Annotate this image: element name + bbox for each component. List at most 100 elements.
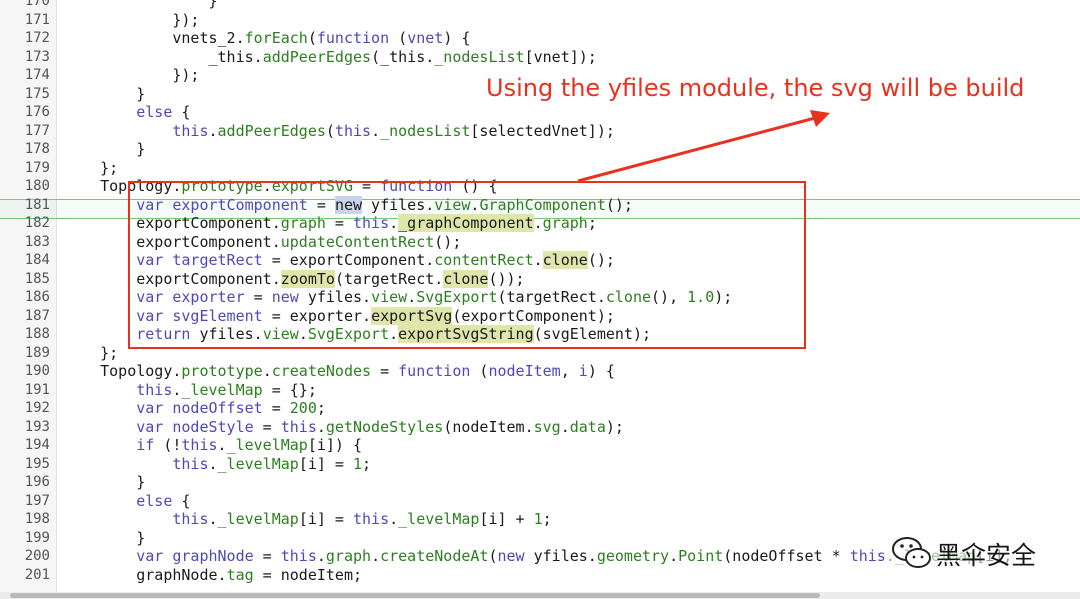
scrollbar-thumb[interactable] [10, 593, 820, 598]
line-number: 176 [24, 104, 50, 120]
code-token: . [208, 454, 218, 473]
code-token: 1 [353, 454, 363, 473]
code-token: graph [325, 547, 372, 565]
code-token: ( [325, 121, 335, 140]
line-number: 191 [24, 381, 50, 398]
code-token: ; [316, 399, 326, 417]
code-line[interactable]: 192 var nodeOffset = 200; [0, 399, 1080, 418]
code-token: getNodeStyles [325, 417, 444, 436]
annotation-highlight-box [128, 181, 806, 349]
code-token: data [569, 417, 606, 436]
code-line[interactable]: 171 }); [0, 11, 1080, 30]
code-line[interactable]: 195 this._levelMap[i] = 1; [0, 455, 1080, 474]
code-token: Point [678, 547, 724, 565]
code-token: } [64, 140, 146, 158]
code-token: } [64, 0, 218, 10]
code-token: this [136, 380, 173, 399]
code-token: . [389, 510, 399, 528]
watermark: 黑伞安全 [888, 532, 1074, 572]
line-number: 193 [24, 418, 50, 435]
code-token: [i] + [479, 510, 534, 528]
code-token: [i] = [298, 510, 353, 528]
code-text: var graphNode = this.graph.createNodeAt(… [64, 547, 1012, 566]
code-token: var [136, 547, 164, 565]
code-token: } [64, 473, 146, 491]
code-token: ); [605, 417, 624, 436]
line-number: 194 [24, 437, 50, 453]
code-token: (nodeOffset * [723, 547, 850, 565]
code-text: graphNode.tag = nodeItem; [64, 566, 362, 585]
line-number: 170 [24, 0, 50, 9]
code-token: _levelMap [217, 454, 299, 473]
code-token: ( [488, 547, 498, 565]
code-token: prototype [181, 362, 263, 380]
line-number: 190 [24, 363, 50, 379]
code-line[interactable]: 191 this._levelMap = {}; [0, 381, 1080, 400]
code-line[interactable]: 172 vnets_2.forEach(function (vnet) { [0, 29, 1080, 48]
code-editor[interactable]: 170 } 171 }); 172 vnets_2.forEach(function… [0, 0, 1080, 592]
code-text: this._levelMap = {}; [64, 381, 317, 400]
code-token: nodeStyle [172, 417, 254, 436]
code-token: graphNode. [64, 565, 227, 584]
code-line[interactable]: 177 this.addPeerEdges(this._nodesList[se… [0, 122, 1080, 141]
code-token: vnet [407, 29, 444, 47]
code-token: yfiles. [524, 547, 597, 565]
code-token: ) { [587, 362, 615, 380]
line-number: 180 [24, 178, 50, 194]
code-token: this [181, 436, 218, 454]
code-text: vnets_2.forEach(function (vnet) { [64, 29, 470, 48]
code-token: new [497, 547, 525, 565]
code-token: ( [307, 29, 317, 47]
code-token: _levelMap [217, 510, 299, 528]
code-text: }; [64, 159, 118, 178]
annotation-text: Using the yfiles module, the svg will be… [486, 74, 1025, 102]
code-token: geometry [596, 547, 670, 565]
code-token: }); [64, 10, 200, 29]
code-text: this._levelMap[i] = this._levelMap[i] + … [64, 510, 551, 529]
code-token: [selectedVnet]); [470, 121, 615, 140]
code-line[interactable]: 196 } [0, 473, 1080, 492]
code-line[interactable]: 178 } [0, 140, 1080, 159]
code-token: nodeOffset [172, 399, 263, 417]
code-token: _this. [64, 47, 263, 66]
code-line[interactable]: 197 else { [0, 492, 1080, 511]
line-number: 173 [24, 48, 50, 65]
code-line[interactable]: 170 } [0, 0, 1080, 11]
code-token: addPeerEdges [217, 121, 326, 140]
line-number: 187 [24, 307, 50, 324]
code-line[interactable]: 176 else { [0, 103, 1080, 122]
code-line[interactable]: 179 }; [0, 159, 1080, 178]
code-text: this._levelMap[i] = 1; [64, 455, 371, 474]
code-line[interactable]: 198 this._levelMap[i] = this._levelMap[i… [0, 510, 1080, 529]
code-token: graphNode [172, 547, 254, 565]
horizontal-scrollbar[interactable] [0, 592, 1080, 599]
code-line[interactable]: 194 if (!this._levelMap[i]) { [0, 436, 1080, 455]
code-token: [i] = [298, 454, 353, 473]
code-text: } [64, 0, 218, 11]
code-text: else { [64, 492, 190, 511]
code-text: this.addPeerEdges(this._nodesList[select… [64, 122, 615, 141]
code-line[interactable]: 173 _this.addPeerEdges(_this._nodesList[… [0, 48, 1080, 67]
code-token: this [334, 121, 372, 140]
code-line[interactable]: 193 var nodeStyle = this.getNodeStyles(n… [0, 418, 1080, 437]
code-token: . [217, 436, 227, 454]
line-number: 183 [24, 233, 50, 250]
code-token: forEach [244, 29, 308, 47]
code-token: }); [64, 66, 200, 84]
code-text: }; [64, 344, 118, 363]
code-token: } [64, 528, 146, 547]
line-number: 201 [24, 566, 50, 583]
code-token: (_this. [371, 47, 435, 66]
code-token: [i]) { [307, 436, 363, 454]
code-line[interactable]: 190 Topology.prototype.createNodes = fun… [0, 362, 1080, 381]
code-token: svg [533, 417, 561, 436]
code-token: 200 [289, 399, 317, 417]
